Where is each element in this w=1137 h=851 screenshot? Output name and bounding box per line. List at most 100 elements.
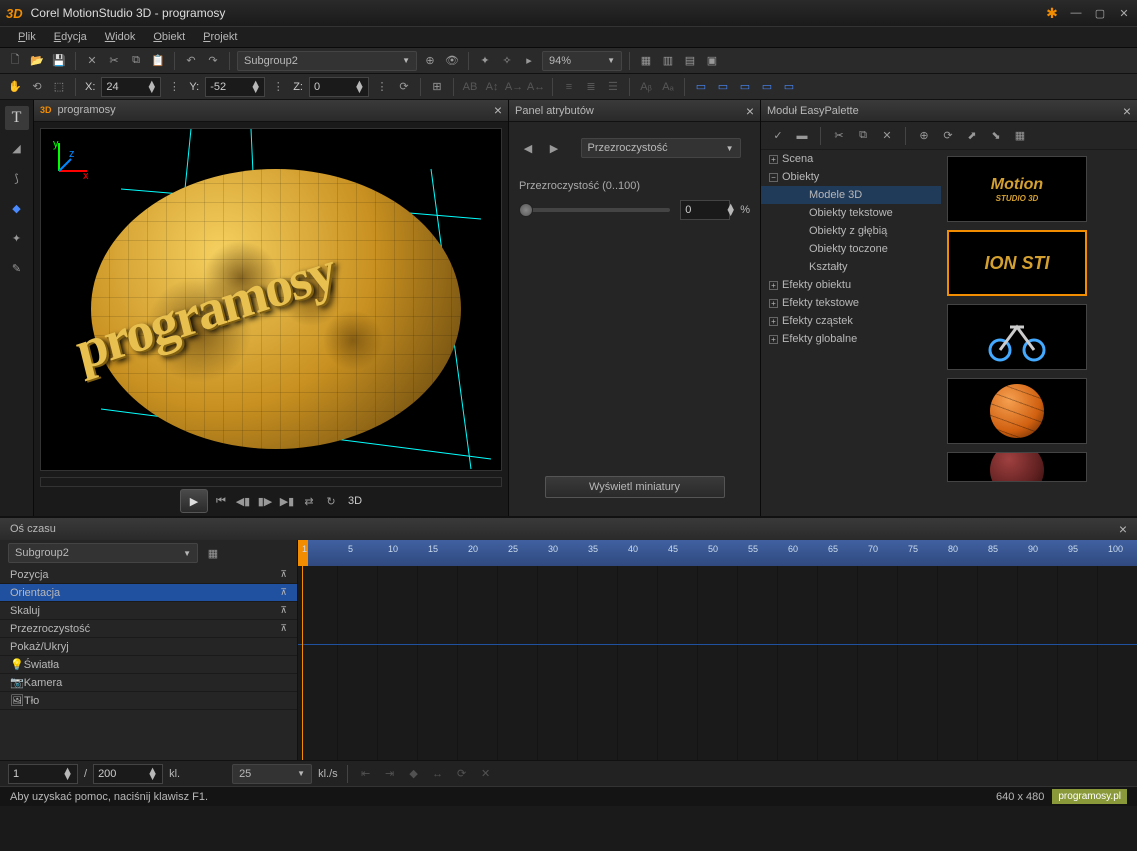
track-przezroczystosc[interactable]: Przezroczystość⊼ <box>0 620 297 638</box>
play-button[interactable]: ▶ <box>180 489 208 513</box>
ep-export-icon[interactable]: ⬊ <box>987 127 1005 145</box>
open-icon[interactable]: 📂 <box>28 52 46 70</box>
menu-obiekt[interactable]: Obiekt <box>145 28 193 46</box>
link-x-icon[interactable]: ⋮ <box>165 78 183 96</box>
tree-ksztalty[interactable]: Kształty <box>761 258 941 276</box>
measure-icon[interactable]: ⊞ <box>428 78 446 96</box>
timeline-dropdown[interactable]: Subgroup2▼ <box>8 543 198 563</box>
play-pause-button[interactable]: ▮▶ <box>256 492 274 510</box>
prev-frame-button[interactable]: ◀▮ <box>234 492 252 510</box>
viewport-canvas[interactable]: programosy x y z <box>40 128 502 471</box>
attr-dropdown[interactable]: Przezroczystość▼ <box>581 138 741 158</box>
menu-edycja[interactable]: Edycja <box>46 28 95 46</box>
txt2-icon[interactable]: A↕ <box>483 78 501 96</box>
minimize-button[interactable]: — <box>1069 6 1083 20</box>
loop-button[interactable]: ⇄ <box>300 492 318 510</box>
txt4-icon[interactable]: A↔ <box>527 78 545 96</box>
select-icon[interactable]: ⬚ <box>50 78 68 96</box>
corel-icon[interactable]: ✱ <box>1045 6 1059 20</box>
tree-scena[interactable]: +Scena <box>761 150 941 168</box>
menu-plik[interactable]: Plik <box>10 28 44 46</box>
view4-icon[interactable]: ▭ <box>758 78 776 96</box>
maximize-button[interactable]: ▢ <box>1093 6 1107 20</box>
menu-widok[interactable]: Widok <box>97 28 144 46</box>
first-frame-button[interactable]: ⏮ <box>212 492 230 510</box>
undo-icon[interactable]: ↶ <box>182 52 200 70</box>
ep-copy-icon[interactable]: ⧉ <box>854 127 872 145</box>
menu-projekt[interactable]: Projekt <box>195 28 245 46</box>
view3-icon[interactable]: ▭ <box>736 78 754 96</box>
tree-obiekty[interactable]: −Obiekty <box>761 168 941 186</box>
viewport-close-icon[interactable]: × <box>494 102 502 118</box>
track-orientacja[interactable]: Orientacja⊼ <box>0 584 297 602</box>
new-icon[interactable]: 🗋 <box>6 52 24 70</box>
ep-delete-icon[interactable]: ✕ <box>878 127 896 145</box>
thumbnail-2[interactable]: ION STI <box>947 230 1087 296</box>
rotate-icon[interactable]: ⟲ <box>28 78 46 96</box>
globe-icon[interactable]: ⊕ <box>421 52 439 70</box>
align1-icon[interactable]: ≡ <box>560 78 578 96</box>
link-y-icon[interactable]: ⋮ <box>269 78 287 96</box>
thumbnail-5[interactable] <box>947 452 1087 482</box>
ep-check-icon[interactable]: ✓ <box>769 127 787 145</box>
thumbnail-4[interactable] <box>947 378 1087 444</box>
show-thumbnails-button[interactable]: Wyświetl miniatury <box>545 476 725 498</box>
tree-efekty-tekstowe[interactable]: +Efekty tekstowe <box>761 294 941 312</box>
cycle-button[interactable]: ↻ <box>322 492 340 510</box>
layout2-icon[interactable]: ▥ <box>659 52 677 70</box>
next-frame-button[interactable]: ▶▮ <box>278 492 296 510</box>
attr-next-icon[interactable]: ▶ <box>545 139 563 157</box>
tree-obiekty-toczone[interactable]: Obiekty toczone <box>761 240 941 258</box>
tree-efekty-globalne[interactable]: +Efekty globalne <box>761 330 941 348</box>
tl-btn5[interactable]: ⟳ <box>453 765 471 783</box>
ep-add-icon[interactable]: ⊕ <box>915 127 933 145</box>
link-z-icon[interactable]: ⋮ <box>373 78 391 96</box>
tree-obiekty-tekstowe[interactable]: Obiekty tekstowe <box>761 204 941 222</box>
opacity-input[interactable]: ▲▼ <box>680 200 730 220</box>
viewport-scrollbar[interactable] <box>40 477 502 487</box>
tree-efekty-czastek[interactable]: +Efekty cząstek <box>761 312 941 330</box>
ab2-icon[interactable]: Aₐ <box>659 78 677 96</box>
track-tlo[interactable]: 🖼 Tło <box>0 692 297 710</box>
delete-icon[interactable]: ✕ <box>83 52 101 70</box>
view2-icon[interactable]: ▭ <box>714 78 732 96</box>
attr-prev-icon[interactable]: ◀ <box>519 139 537 157</box>
view5-icon[interactable]: ▭ <box>780 78 798 96</box>
layout1-icon[interactable]: ▦ <box>637 52 655 70</box>
copy-icon[interactable]: ⧉ <box>127 52 145 70</box>
tl-btn4[interactable]: ↔ <box>429 765 447 783</box>
x-input[interactable]: ▲▼ <box>101 77 161 97</box>
thumbnail-3[interactable] <box>947 304 1087 370</box>
z-input[interactable]: ▲▼ <box>309 77 369 97</box>
opacity-slider[interactable] <box>519 208 670 212</box>
play-small-icon[interactable]: ▸ <box>520 52 538 70</box>
group-dropdown[interactable]: Subgroup2▼ <box>237 51 417 71</box>
refresh-icon[interactable]: ⟳ <box>395 78 413 96</box>
shape-tool[interactable]: ◢ <box>5 136 29 160</box>
view1-icon[interactable]: ▭ <box>692 78 710 96</box>
paste-icon[interactable]: 📋 <box>149 52 167 70</box>
ep-folder-icon[interactable]: ▬ <box>793 127 811 145</box>
timeline-ruler[interactable]: 1510152025303540455055606570758085909510… <box>298 540 1137 566</box>
timeline-list-icon[interactable]: ▦ <box>204 544 222 562</box>
tree-modele-3d[interactable]: Modele 3D <box>761 186 941 204</box>
effect-tool[interactable]: ✦ <box>5 226 29 250</box>
txt1-icon[interactable]: AB <box>461 78 479 96</box>
thumbnail-1[interactable]: MotionSTUDIO 3D <box>947 156 1087 222</box>
zoom-dropdown[interactable]: 94%▼ <box>542 51 622 71</box>
object-tool[interactable]: ◆ <box>5 196 29 220</box>
track-kamera[interactable]: 📷 Kamera <box>0 674 297 692</box>
tree-obiekty-glebia[interactable]: Obiekty z głębią <box>761 222 941 240</box>
y-input[interactable]: ▲▼ <box>205 77 265 97</box>
track-pozycja[interactable]: Pozycja⊼ <box>0 566 297 584</box>
frame-input[interactable]: ▲▼ <box>8 764 78 784</box>
tl-btn6[interactable]: ✕ <box>477 765 495 783</box>
align3-icon[interactable]: ☰ <box>604 78 622 96</box>
ab1-icon[interactable]: Aᵦ <box>637 78 655 96</box>
timeline-tracks-area[interactable]: 1510152025303540455055606570758085909510… <box>298 540 1137 760</box>
total-frames-input[interactable]: ▲▼ <box>93 764 163 784</box>
wand-icon[interactable]: ✦ <box>476 52 494 70</box>
align2-icon[interactable]: ≣ <box>582 78 600 96</box>
ep-refresh-icon[interactable]: ⟳ <box>939 127 957 145</box>
edit-tool[interactable]: ✎ <box>5 256 29 280</box>
